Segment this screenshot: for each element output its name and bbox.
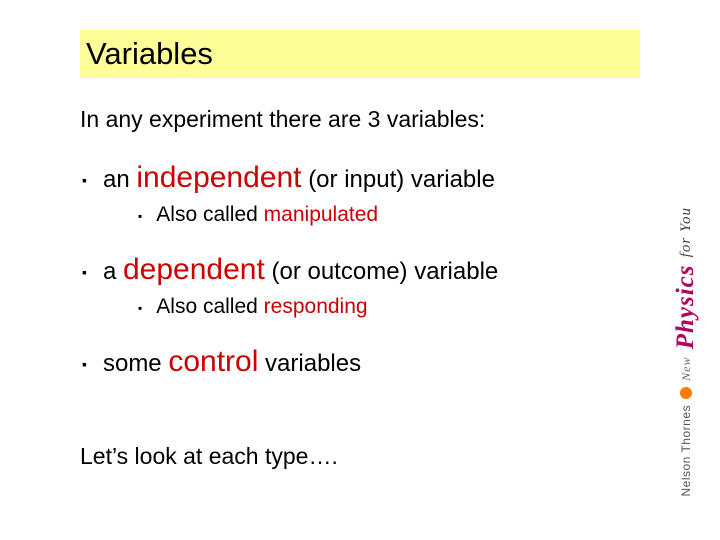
sub-prefix: Also called: [156, 295, 258, 318]
bullet-icon: ▪: [82, 264, 87, 280]
list-item: ▪ an independent (or input) variable: [82, 161, 640, 195]
brand-new: New: [679, 356, 693, 380]
bullet-keyword: control: [168, 345, 258, 378]
sub-bullet-text: Also called responding: [156, 295, 367, 319]
bullet-keyword: dependent: [123, 253, 265, 286]
bullet-icon: ▪: [138, 209, 142, 223]
bullet-suffix: (or outcome) variable: [271, 258, 498, 285]
bullet-suffix: (or input) variable: [308, 166, 495, 193]
bullet-suffix: variables: [265, 350, 361, 377]
publisher-name: Nelson Thornes: [679, 405, 693, 497]
publisher-dot-icon: [680, 387, 692, 399]
list-item: ▪ a dependent (or outcome) variable: [82, 253, 640, 287]
sub-list-item: ▪ Also called manipulated: [138, 203, 640, 227]
intro-text: In any experiment there are 3 variables:: [80, 106, 640, 133]
sub-keyword: manipulated: [264, 203, 378, 226]
physics-logo: New Physics for You: [672, 207, 700, 381]
slide: Variables In any experiment there are 3 …: [0, 0, 720, 540]
sub-list-item: ▪ Also called responding: [138, 295, 640, 319]
sub-keyword: responding: [264, 295, 368, 318]
brand-for-you: for You: [678, 207, 694, 257]
bullet-icon: ▪: [138, 301, 142, 315]
sub-prefix: Also called: [156, 203, 258, 226]
bullet-text: an independent (or input) variable: [103, 161, 495, 195]
closing-text: Let’s look at each type….: [80, 443, 640, 470]
bullet-prefix: a: [103, 258, 116, 285]
bullet-icon: ▪: [82, 172, 87, 188]
list-item: ▪ some control variables: [82, 345, 640, 379]
bullet-text: a dependent (or outcome) variable: [103, 253, 498, 287]
sub-bullet-text: Also called manipulated: [156, 203, 378, 227]
brand-sidebar: New Physics for You Nelson Thornes: [660, 130, 712, 500]
brand-physics: Physics: [672, 264, 699, 349]
bullet-keyword: independent: [136, 161, 301, 194]
bullet-prefix: an: [103, 166, 130, 193]
bullet-icon: ▪: [82, 356, 87, 372]
page-title: Variables: [86, 36, 634, 72]
bullet-prefix: some: [103, 350, 162, 377]
title-band: Variables: [80, 30, 640, 78]
bullet-text: some control variables: [103, 345, 361, 379]
